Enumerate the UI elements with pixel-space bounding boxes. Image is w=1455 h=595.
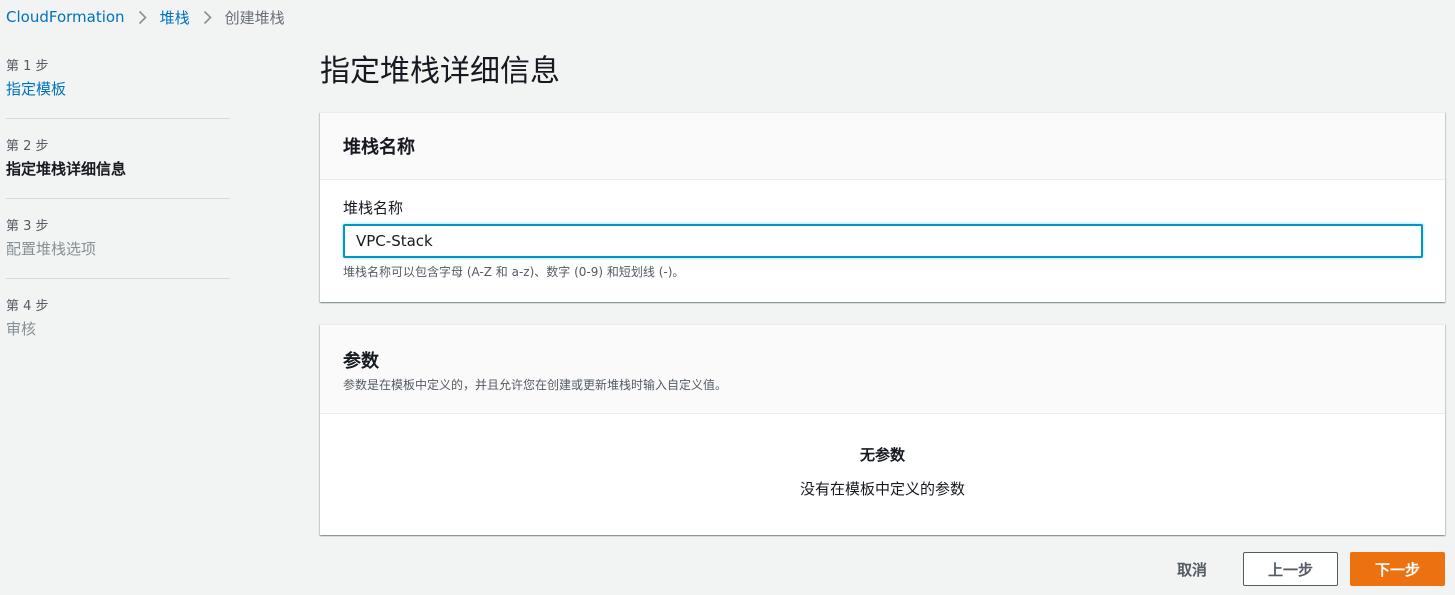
panel-title: 堆栈名称 (343, 137, 415, 158)
panel-body: 堆栈名称 堆栈名称可以包含字母 (A-Z 和 a-z)、数字 (0-9) 和短划… (320, 180, 1445, 280)
panel-header: 参数 参数是在模板中定义的，并且允许您在创建或更新堆栈时输入自定义值。 (320, 325, 1445, 414)
wizard-actions: 取消 上一步 下一步 (0, 552, 1445, 586)
chevron-right-icon (138, 10, 147, 25)
step-3: 第 3 步 配置堆栈选项 (6, 218, 230, 279)
cancel-button[interactable]: 取消 (1160, 552, 1224, 586)
step-link-specify-template[interactable]: 指定模板 (6, 78, 230, 100)
breadcrumb-cloudformation[interactable]: CloudFormation (6, 8, 125, 26)
step-review: 审核 (6, 320, 37, 338)
step-number: 第 2 步 (6, 139, 49, 154)
step-4: 第 4 步 审核 (6, 298, 230, 358)
step-current-stack-details: 指定堆栈详细信息 (6, 160, 127, 178)
stack-name-panel: 堆栈名称 堆栈名称 堆栈名称可以包含字母 (A-Z 和 a-z)、数字 (0-9… (320, 112, 1445, 302)
step-configure-options: 配置堆栈选项 (6, 240, 97, 258)
step-number: 第 4 步 (6, 299, 49, 314)
parameters-panel: 参数 参数是在模板中定义的，并且允许您在创建或更新堆栈时输入自定义值。 无参数 … (320, 324, 1445, 535)
step-number: 第 1 步 (6, 59, 49, 74)
panel-header: 堆栈名称 (320, 113, 1445, 180)
next-button[interactable]: 下一步 (1350, 552, 1445, 586)
stack-name-hint: 堆栈名称可以包含字母 (A-Z 和 a-z)、数字 (0-9) 和短划线 (-)… (343, 265, 685, 279)
stack-name-label: 堆栈名称 (343, 199, 404, 217)
page-title: 指定堆栈详细信息 (320, 54, 560, 89)
empty-state-description: 没有在模板中定义的参数 (799, 480, 965, 498)
step-number: 第 3 步 (6, 219, 49, 234)
breadcrumb-create-stack: 创建堆栈 (224, 8, 285, 27)
parameters-description: 参数是在模板中定义的，并且允许您在创建或更新堆栈时输入自定义值。 (343, 378, 728, 392)
empty-state: 无参数 没有在模板中定义的参数 (320, 414, 1445, 499)
breadcrumb-stacks[interactable]: 堆栈 (160, 7, 190, 28)
panel-title: 参数 (343, 351, 379, 372)
wizard-steps: 第 1 步 指定模板 第 2 步 指定堆栈详细信息 第 3 步 配置堆栈选项 第… (6, 58, 230, 377)
empty-state-title: 无参数 (859, 446, 905, 464)
step-1: 第 1 步 指定模板 (6, 58, 230, 119)
chevron-right-icon (203, 10, 212, 25)
breadcrumb: CloudFormation 堆栈 创建堆栈 (6, 6, 285, 28)
step-2: 第 2 步 指定堆栈详细信息 (6, 138, 230, 199)
stack-name-input[interactable] (343, 224, 1423, 258)
previous-button[interactable]: 上一步 (1243, 552, 1338, 586)
